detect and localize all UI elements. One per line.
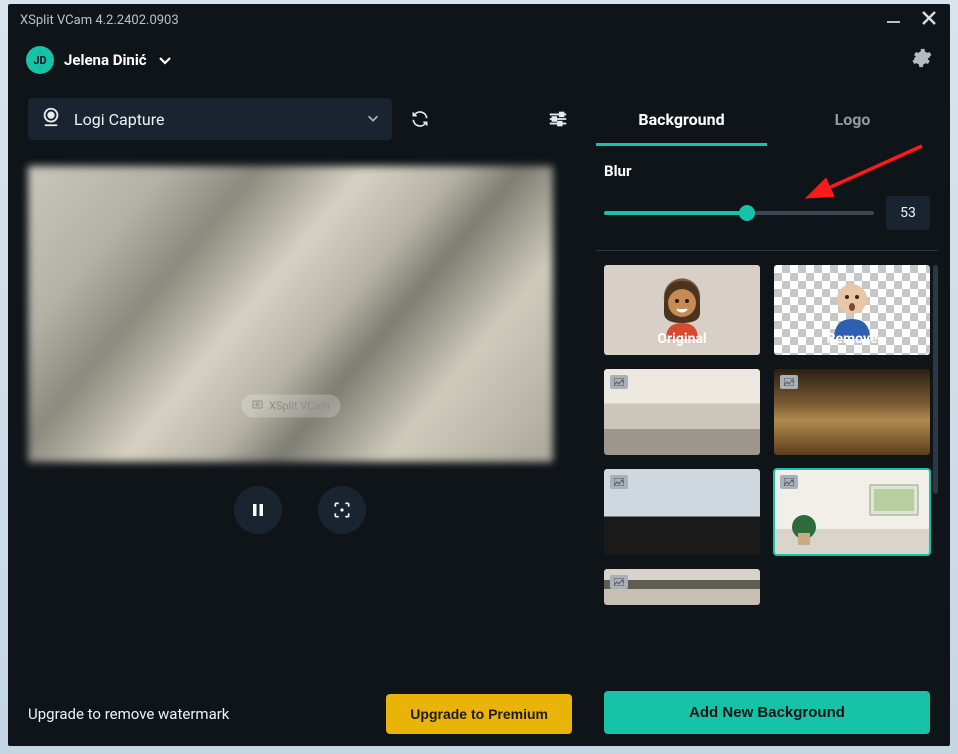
background-grid-scroll: Original Remove: [596, 251, 938, 685]
scrollbar[interactable]: [933, 265, 938, 681]
image-icon: [780, 375, 798, 389]
bg-original[interactable]: Original: [604, 265, 760, 355]
image-icon: [610, 475, 628, 489]
blur-section: Blur 53: [596, 146, 938, 251]
bg-preset-3[interactable]: [604, 469, 760, 555]
bg-original-label: Original: [604, 331, 760, 347]
left-panel: Logi Capture: [14, 88, 586, 746]
person-icon: [822, 273, 882, 339]
bg-preset-1[interactable]: [604, 369, 760, 455]
window-title: XSplit VCam 4.2.2402.0903: [20, 13, 179, 28]
upgrade-hint: Upgrade to remove watermark: [28, 705, 229, 723]
bg-remove-label: Remove: [774, 331, 930, 347]
refresh-button[interactable]: [406, 105, 434, 133]
slider-thumb[interactable]: [739, 205, 755, 221]
app-window: XSplit VCam 4.2.2402.0903 JD Jelena Dini…: [8, 4, 950, 746]
blur-value[interactable]: 53: [886, 196, 930, 230]
user-name: Jelena Dinić: [64, 51, 147, 69]
pause-button[interactable]: [234, 486, 282, 534]
window-controls: [886, 9, 938, 31]
user-bar: JD Jelena Dinić: [8, 36, 950, 88]
camera-selector[interactable]: Logi Capture: [28, 98, 392, 140]
scroll-thumb[interactable]: [933, 265, 938, 494]
upgrade-premium-button[interactable]: Upgrade to Premium: [386, 694, 572, 734]
bg-preset-4[interactable]: [774, 469, 930, 555]
blur-label: Blur: [604, 162, 930, 180]
bg-preset-2[interactable]: [774, 369, 930, 455]
image-icon: [610, 375, 628, 389]
minimize-button[interactable]: [886, 10, 902, 30]
image-icon: [610, 575, 628, 589]
preview-wrap: XSplit VCam: [28, 166, 553, 462]
watermark: XSplit VCam: [241, 394, 340, 417]
chevron-down-icon: [157, 52, 173, 68]
tab-logo[interactable]: Logo: [767, 98, 938, 146]
snapshot-button[interactable]: [318, 486, 366, 534]
camera-name: Logi Capture: [74, 110, 165, 129]
watermark-icon: [251, 398, 263, 413]
blur-slider[interactable]: [604, 211, 874, 215]
camera-row: Logi Capture: [28, 98, 572, 140]
tabs: Background Logo: [596, 98, 938, 146]
bg-preset-art: [774, 469, 930, 555]
right-panel: Background Logo Blur 53: [590, 88, 944, 746]
chevron-down-icon: [366, 110, 380, 129]
adjustments-button[interactable]: [544, 105, 572, 133]
user-menu[interactable]: JD Jelena Dinić: [26, 46, 173, 74]
bg-preset-5[interactable]: [604, 569, 760, 605]
settings-button[interactable]: [910, 47, 932, 73]
preview-controls: [28, 486, 572, 534]
upgrade-row: Upgrade to remove watermark Upgrade to P…: [28, 684, 572, 734]
person-icon: [652, 273, 712, 339]
close-button[interactable]: [920, 9, 938, 31]
bg-remove[interactable]: Remove: [774, 265, 930, 355]
watermark-text: XSplit VCam: [269, 399, 330, 412]
content: Logi Capture: [8, 88, 950, 746]
add-background-button[interactable]: Add New Background: [604, 691, 930, 734]
avatar: JD: [26, 46, 54, 74]
tab-background[interactable]: Background: [596, 98, 767, 146]
camera-preview: [28, 166, 553, 462]
titlebar: XSplit VCam 4.2.2402.0903: [8, 4, 950, 36]
background-grid: Original Remove: [596, 251, 938, 605]
webcam-icon: [40, 106, 62, 132]
